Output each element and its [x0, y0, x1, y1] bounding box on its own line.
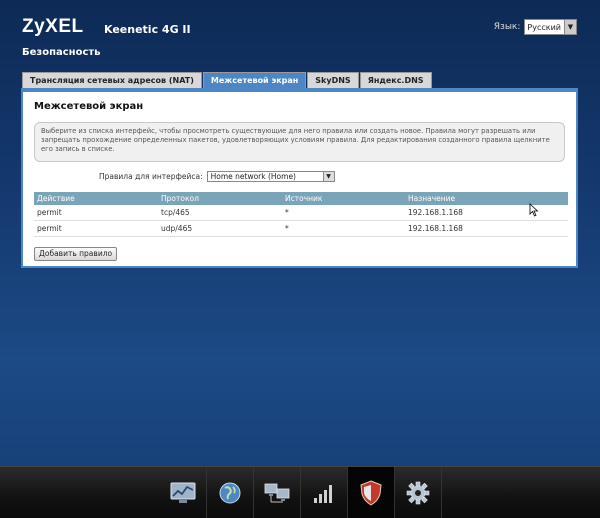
interface-label: Правила для интерфейса:	[99, 172, 203, 181]
dock-security[interactable]	[348, 467, 395, 518]
dock-system[interactable]	[395, 467, 442, 518]
table-header: Действие Протокол Источник Назначение	[34, 192, 568, 205]
cell-action: permit	[37, 208, 62, 217]
cell-source: *	[285, 208, 289, 217]
monitor-graph-icon	[170, 482, 196, 503]
signal-bars-icon	[314, 484, 332, 503]
cell-protocol: tcp/465	[161, 208, 190, 217]
info-box: Выберите из списка интерфейс, чтобы прос…	[34, 122, 565, 162]
shield-icon	[360, 479, 382, 506]
panel-title: Межсетевой экран	[34, 101, 144, 112]
tab-firewall[interactable]: Межсетевой экран	[202, 72, 307, 88]
firewall-panel: Межсетевой экран Выберите из списка инте…	[21, 88, 578, 268]
language-label: Язык:	[493, 22, 521, 32]
column-header-action: Действие	[37, 194, 75, 203]
chevron-down-icon: ▼	[322, 172, 334, 181]
add-rule-button[interactable]: Добавить правило	[34, 247, 118, 261]
cell-destination: 192.168.1.168	[408, 224, 463, 233]
language-select[interactable]: Русский ▼	[524, 19, 577, 35]
column-header-protocol: Протокол	[161, 194, 199, 203]
chevron-down-icon: ▼	[564, 20, 576, 34]
section-title: Безопасность	[22, 47, 101, 58]
mouse-cursor-icon	[529, 203, 539, 217]
device-model: Keenetic 4G II	[104, 23, 191, 36]
network-computers-icon	[264, 483, 290, 502]
dock-wifi[interactable]	[301, 467, 348, 518]
cell-action: permit	[37, 224, 62, 233]
dock-monitor[interactable]	[160, 467, 207, 518]
interface-value: Home network (Home)	[210, 172, 296, 181]
tab-skydns[interactable]: SkyDNS	[307, 72, 359, 88]
gear-icon	[406, 481, 430, 504]
table-row[interactable]: permit udp/465 * 192.168.1.168	[34, 221, 568, 237]
globe-icon	[219, 482, 241, 503]
language-value: Русский	[527, 22, 561, 32]
column-header-source: Источник	[285, 194, 323, 203]
router-admin-page: ZyXEL Keenetic 4G II Язык: Русский ▼ Без…	[0, 0, 600, 518]
dock	[160, 467, 442, 518]
tab-nat[interactable]: Трансляция сетевых адресов (NAT)	[22, 72, 202, 88]
dock-home-network[interactable]	[254, 467, 301, 518]
tab-bar: Трансляция сетевых адресов (NAT) Межсете…	[22, 72, 433, 88]
brand-logo: ZyXEL	[22, 16, 84, 37]
cell-protocol: udp/465	[161, 224, 193, 233]
column-header-destination: Назначение	[408, 194, 456, 203]
dock-internet[interactable]	[207, 467, 254, 518]
rules-table: Действие Протокол Источник Назначение pe…	[34, 192, 568, 237]
interface-select[interactable]: Home network (Home) ▼	[206, 171, 335, 182]
bottom-dock-bar	[0, 466, 600, 518]
language-switcher: Язык: Русский ▼	[494, 19, 577, 35]
table-row[interactable]: permit tcp/465 * 192.168.1.168	[34, 205, 568, 221]
interface-selector-row: Правила для интерфейса: Home network (Ho…	[99, 171, 335, 182]
cell-destination: 192.168.1.168	[408, 208, 463, 217]
cell-source: *	[285, 224, 289, 233]
tab-yandex-dns[interactable]: Яндекс.DNS	[359, 72, 432, 88]
